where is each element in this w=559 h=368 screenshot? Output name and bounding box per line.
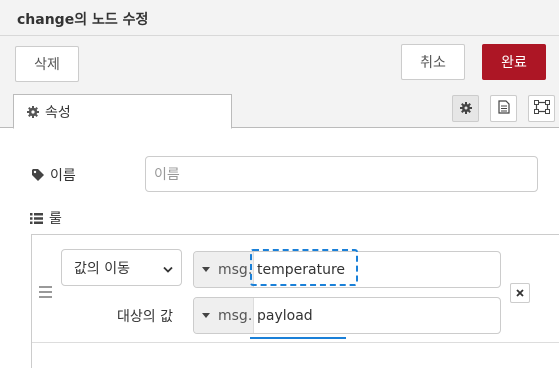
document-icon <box>497 99 510 118</box>
rules-label: 룰 <box>30 208 62 228</box>
target-type-selector[interactable]: msg. <box>194 298 254 333</box>
target-type-label: msg. <box>218 307 253 324</box>
delete-button[interactable]: 삭제 <box>15 46 79 82</box>
target-property-input[interactable]: msg. payload <box>193 297 501 334</box>
rule-action-value: 값의 이동 <box>74 260 130 277</box>
name-label: 이름 <box>32 165 76 185</box>
tag-icon <box>32 169 44 181</box>
dialog-toolbar: 삭제 취소 완료 <box>0 36 559 92</box>
tab-properties[interactable]: 속성 <box>13 94 232 129</box>
tab-bar: 속성 <box>0 92 559 129</box>
gear-icon <box>27 105 39 118</box>
caret-down-icon <box>202 267 210 272</box>
node-description-button[interactable] <box>490 95 517 122</box>
rule-divider <box>32 342 559 343</box>
rule-action-select[interactable]: 값의 이동 <box>61 249 182 286</box>
close-icon <box>516 287 524 300</box>
source-type-selector[interactable]: msg. <box>194 252 254 287</box>
list-icon <box>30 212 43 224</box>
input-focus-underline <box>250 337 346 339</box>
cancel-button[interactable]: 취소 <box>401 44 465 80</box>
dialog-titlebar: change의 노드 수정 <box>0 0 559 36</box>
name-label-text: 이름 <box>50 168 76 184</box>
node-settings-button[interactable] <box>452 95 479 122</box>
done-button[interactable]: 완료 <box>482 44 546 80</box>
source-property-input[interactable]: msg. temperature <box>193 251 501 288</box>
tab-properties-label: 속성 <box>45 104 71 121</box>
frame-icon <box>533 99 550 118</box>
rules-label-text: 룰 <box>49 211 62 227</box>
drag-handle-icon[interactable] <box>39 286 52 301</box>
dialog-title: change의 노드 수정 <box>17 12 149 28</box>
gear-icon <box>459 99 472 118</box>
node-appearance-button[interactable] <box>528 95 555 122</box>
source-type-label: msg. <box>218 261 253 278</box>
target-property-value[interactable]: payload <box>257 298 313 333</box>
target-value-label: 대상의 값 <box>117 309 173 325</box>
caret-down-icon <box>202 313 210 318</box>
chevron-down-icon <box>163 262 173 278</box>
source-property-value[interactable]: temperature <box>257 252 345 287</box>
name-field[interactable]: 이름 <box>145 156 538 192</box>
remove-rule-button[interactable] <box>510 283 530 303</box>
